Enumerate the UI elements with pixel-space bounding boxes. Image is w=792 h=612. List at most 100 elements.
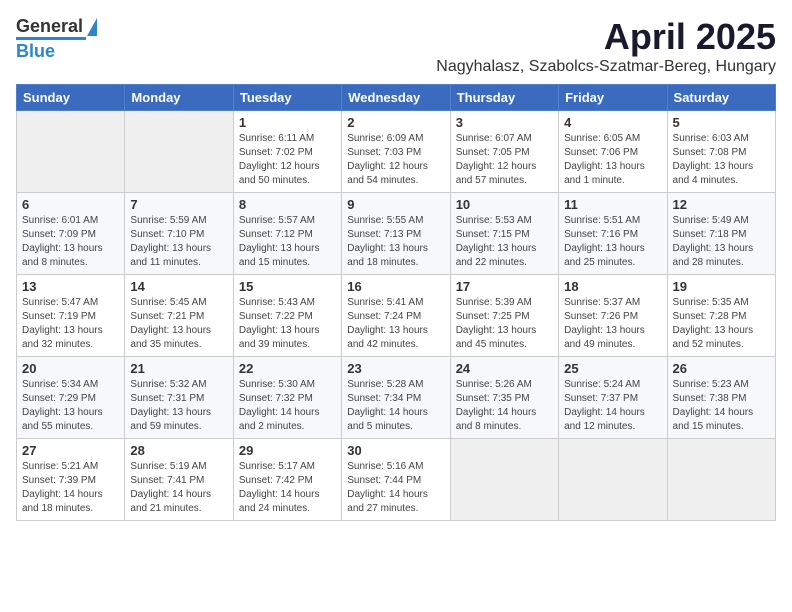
- day-info: Sunrise: 5:23 AMSunset: 7:38 PMDaylight:…: [673, 378, 770, 434]
- day-info: Sunrise: 5:49 AMSunset: 7:18 PMDaylight:…: [673, 214, 770, 270]
- day-number: 19: [673, 279, 770, 294]
- table-row: 3 Sunrise: 6:07 AMSunset: 7:05 PMDaylight…: [450, 111, 558, 193]
- header-sunday: Sunday: [17, 85, 125, 111]
- day-info: Sunrise: 5:16 AMSunset: 7:44 PMDaylight:…: [347, 460, 444, 516]
- table-row: [559, 439, 667, 521]
- table-row: [450, 439, 558, 521]
- day-info: Sunrise: 5:41 AMSunset: 7:24 PMDaylight:…: [347, 296, 444, 352]
- day-number: 20: [22, 361, 119, 376]
- day-info: Sunrise: 5:19 AMSunset: 7:41 PMDaylight:…: [130, 460, 227, 516]
- calendar-week-row: 6 Sunrise: 6:01 AMSunset: 7:09 PMDaylight…: [17, 193, 776, 275]
- calendar-week-row: 27Sunrise: 5:21 AMSunset: 7:39 PMDayligh…: [17, 439, 776, 521]
- header-wednesday: Wednesday: [342, 85, 450, 111]
- table-row: [125, 111, 233, 193]
- table-row: 11 Sunrise: 5:51 AMSunset: 7:16 PMDayligh…: [559, 193, 667, 275]
- day-number: 25: [564, 361, 661, 376]
- calendar-header-row: Sunday Monday Tuesday Wednesday Thursday…: [17, 85, 776, 111]
- table-row: 20 Sunrise: 5:34 AMSunset: 7:29 PMDayligh…: [17, 357, 125, 439]
- table-row: 27Sunrise: 5:21 AMSunset: 7:39 PMDayligh…: [17, 439, 125, 521]
- table-row: 16 Sunrise: 5:41 AMSunset: 7:24 PMDayligh…: [342, 275, 450, 357]
- day-info: Sunrise: 5:43 AMSunset: 7:22 PMDaylight:…: [239, 296, 336, 352]
- day-info: Sunrise: 5:47 AMSunset: 7:19 PMDaylight:…: [22, 296, 119, 352]
- day-info: Sunrise: 6:01 AMSunset: 7:09 PMDaylight:…: [22, 214, 119, 270]
- calendar-week-row: 20 Sunrise: 5:34 AMSunset: 7:29 PMDayligh…: [17, 357, 776, 439]
- day-number: 18: [564, 279, 661, 294]
- day-number: 12: [673, 197, 770, 212]
- table-row: [17, 111, 125, 193]
- day-number: 24: [456, 361, 553, 376]
- table-row: 7 Sunrise: 5:59 AMSunset: 7:10 PMDaylight…: [125, 193, 233, 275]
- table-row: 6 Sunrise: 6:01 AMSunset: 7:09 PMDaylight…: [17, 193, 125, 275]
- day-number: 7: [130, 197, 227, 212]
- logo: General Blue: [16, 16, 97, 62]
- table-row: 25 Sunrise: 5:24 AMSunset: 7:37 PMDayligh…: [559, 357, 667, 439]
- day-number: 30: [347, 443, 444, 458]
- title-block: April 2025 Nagyhalasz, Szabolcs-Szatmar-…: [436, 16, 776, 76]
- day-number: 16: [347, 279, 444, 294]
- table-row: 9Sunrise: 5:55 AMSunset: 7:13 PMDaylight…: [342, 193, 450, 275]
- logo-text-blue: Blue: [16, 41, 55, 62]
- day-info: Sunrise: 6:05 AMSunset: 7:06 PMDaylight:…: [564, 132, 661, 188]
- logo-text-general: General: [16, 16, 83, 37]
- table-row: 19 Sunrise: 5:35 AMSunset: 7:28 PMDayligh…: [667, 275, 775, 357]
- table-row: 15 Sunrise: 5:43 AMSunset: 7:22 PMDayligh…: [233, 275, 341, 357]
- day-info: Sunrise: 6:03 AMSunset: 7:08 PMDaylight:…: [673, 132, 770, 188]
- table-row: 2Sunrise: 6:09 AMSunset: 7:03 PMDaylight…: [342, 111, 450, 193]
- day-number: 29: [239, 443, 336, 458]
- header-tuesday: Tuesday: [233, 85, 341, 111]
- day-number: 11: [564, 197, 661, 212]
- day-number: 26: [673, 361, 770, 376]
- table-row: 14 Sunrise: 5:45 AMSunset: 7:21 PMDayligh…: [125, 275, 233, 357]
- table-row: 1Sunrise: 6:11 AMSunset: 7:02 PMDaylight…: [233, 111, 341, 193]
- day-number: 23: [347, 361, 444, 376]
- day-number: 5: [673, 115, 770, 130]
- day-info: Sunrise: 5:59 AMSunset: 7:10 PMDaylight:…: [130, 214, 227, 270]
- day-info: Sunrise: 5:30 AMSunset: 7:32 PMDaylight:…: [239, 378, 336, 434]
- table-row: 22Sunrise: 5:30 AMSunset: 7:32 PMDayligh…: [233, 357, 341, 439]
- header-monday: Monday: [125, 85, 233, 111]
- table-row: 26 Sunrise: 5:23 AMSunset: 7:38 PMDayligh…: [667, 357, 775, 439]
- calendar-week-row: 1Sunrise: 6:11 AMSunset: 7:02 PMDaylight…: [17, 111, 776, 193]
- table-row: 10Sunrise: 5:53 AMSunset: 7:15 PMDayligh…: [450, 193, 558, 275]
- day-number: 13: [22, 279, 119, 294]
- day-info: Sunrise: 5:32 AMSunset: 7:31 PMDaylight:…: [130, 378, 227, 434]
- day-number: 6: [22, 197, 119, 212]
- day-info: Sunrise: 5:26 AMSunset: 7:35 PMDaylight:…: [456, 378, 553, 434]
- day-info: Sunrise: 5:37 AMSunset: 7:26 PMDaylight:…: [564, 296, 661, 352]
- day-info: Sunrise: 5:17 AMSunset: 7:42 PMDaylight:…: [239, 460, 336, 516]
- day-number: 2: [347, 115, 444, 130]
- day-info: Sunrise: 5:28 AMSunset: 7:34 PMDaylight:…: [347, 378, 444, 434]
- day-number: 4: [564, 115, 661, 130]
- day-number: 27: [22, 443, 119, 458]
- day-info: Sunrise: 5:53 AMSunset: 7:15 PMDaylight:…: [456, 214, 553, 270]
- table-row: 4 Sunrise: 6:05 AMSunset: 7:06 PMDaylight…: [559, 111, 667, 193]
- day-number: 9: [347, 197, 444, 212]
- table-row: 5 Sunrise: 6:03 AMSunset: 7:08 PMDaylight…: [667, 111, 775, 193]
- table-row: [667, 439, 775, 521]
- calendar-subtitle: Nagyhalasz, Szabolcs-Szatmar-Bereg, Hung…: [436, 58, 776, 76]
- day-info: Sunrise: 5:51 AMSunset: 7:16 PMDaylight:…: [564, 214, 661, 270]
- day-number: 15: [239, 279, 336, 294]
- table-row: 23 Sunrise: 5:28 AMSunset: 7:34 PMDayligh…: [342, 357, 450, 439]
- day-info: Sunrise: 5:45 AMSunset: 7:21 PMDaylight:…: [130, 296, 227, 352]
- table-row: 29 Sunrise: 5:17 AMSunset: 7:42 PMDayligh…: [233, 439, 341, 521]
- header-thursday: Thursday: [450, 85, 558, 111]
- header-friday: Friday: [559, 85, 667, 111]
- header-saturday: Saturday: [667, 85, 775, 111]
- day-number: 28: [130, 443, 227, 458]
- table-row: 18 Sunrise: 5:37 AMSunset: 7:26 PMDayligh…: [559, 275, 667, 357]
- day-number: 14: [130, 279, 227, 294]
- day-number: 17: [456, 279, 553, 294]
- table-row: 30 Sunrise: 5:16 AMSunset: 7:44 PMDayligh…: [342, 439, 450, 521]
- logo-triangle-icon: [87, 18, 97, 36]
- day-info: Sunrise: 5:24 AMSunset: 7:37 PMDaylight:…: [564, 378, 661, 434]
- day-number: 8: [239, 197, 336, 212]
- day-number: 21: [130, 361, 227, 376]
- day-info: Sunrise: 6:07 AMSunset: 7:05 PMDaylight:…: [456, 132, 553, 188]
- day-info: Sunrise: 5:34 AMSunset: 7:29 PMDaylight:…: [22, 378, 119, 434]
- day-number: 1: [239, 115, 336, 130]
- day-info: Sunrise: 5:35 AMSunset: 7:28 PMDaylight:…: [673, 296, 770, 352]
- table-row: 13 Sunrise: 5:47 AMSunset: 7:19 PMDayligh…: [17, 275, 125, 357]
- day-number: 3: [456, 115, 553, 130]
- day-info: Sunrise: 5:57 AMSunset: 7:12 PMDaylight:…: [239, 214, 336, 270]
